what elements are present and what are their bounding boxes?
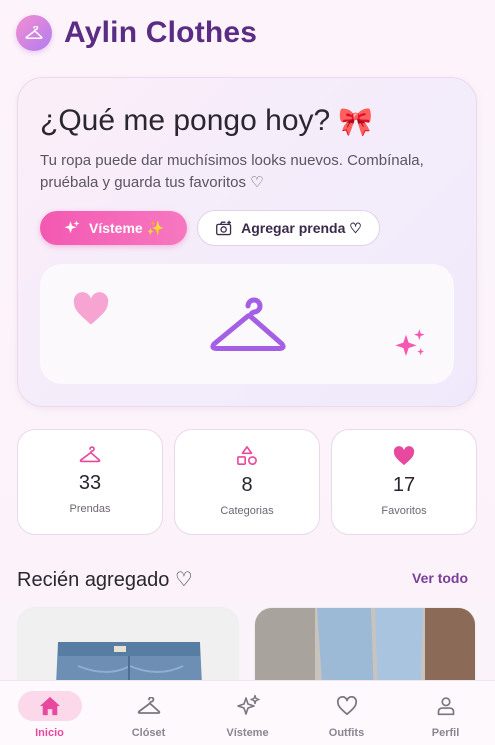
visteme-button-label: Vísteme ✨ bbox=[88, 219, 165, 236]
hanger-icon bbox=[137, 697, 160, 714]
stats-row: 33 Prendas 8 Categorias 17 Favoritos bbox=[17, 429, 477, 535]
nav-icon-wrap bbox=[17, 691, 82, 721]
nav-label: Inicio bbox=[35, 727, 64, 739]
hanger-icon bbox=[210, 297, 286, 351]
nav-label: Vísteme bbox=[226, 727, 269, 739]
stat-value: 8 bbox=[241, 474, 253, 496]
stat-card-categorias[interactable]: 8 Categorias bbox=[174, 429, 320, 535]
nav-item-inicio[interactable]: Inicio bbox=[5, 691, 95, 739]
bow-emoji: 🎀 bbox=[338, 105, 374, 137]
nav-icon-wrap bbox=[117, 691, 181, 721]
sparkles-icon bbox=[395, 329, 425, 356]
person-icon bbox=[437, 697, 454, 716]
visteme-button[interactable]: Vísteme ✨ bbox=[40, 211, 187, 245]
stat-card-prendas[interactable]: 33 Prendas bbox=[17, 429, 163, 535]
app-title: Aylin Clothes bbox=[64, 16, 258, 49]
heart-icon bbox=[393, 446, 415, 466]
nav-item-visteme[interactable]: Vísteme bbox=[203, 691, 293, 739]
stat-label: Prendas bbox=[69, 503, 111, 515]
nav-icon-wrap bbox=[315, 691, 379, 721]
recent-section-title: Recién agregado ♡ bbox=[17, 569, 193, 591]
shapes-icon bbox=[237, 446, 257, 465]
nav-item-perfil[interactable]: Perfil bbox=[401, 691, 491, 739]
heart-icon bbox=[73, 292, 109, 325]
hero-title-text: ¿Qué me pongo hoy? bbox=[40, 104, 331, 137]
hanger-icon bbox=[79, 446, 101, 463]
stat-label: Categorias bbox=[220, 505, 274, 517]
nav-icon-wrap bbox=[414, 691, 478, 721]
camera-plus-icon bbox=[216, 220, 232, 236]
stat-label: Favoritos bbox=[381, 505, 427, 517]
bottom-nav: Inicio Clóset Vísteme Outfits Perfil bbox=[0, 680, 495, 745]
hero-title: ¿Qué me pongo hoy? 🎀 bbox=[40, 104, 373, 138]
hero-illustration bbox=[40, 264, 454, 384]
stat-value: 33 bbox=[78, 472, 102, 494]
stat-card-favoritos[interactable]: 17 Favoritos bbox=[331, 429, 477, 535]
sparkles-icon bbox=[64, 220, 80, 234]
logo-badge bbox=[16, 15, 52, 51]
nav-label: Outfits bbox=[328, 727, 365, 739]
hero-subtitle: Tu ropa puede dar muchísimos looks nuevo… bbox=[40, 152, 424, 191]
app-header: Aylin Clothes bbox=[16, 14, 257, 52]
nav-label: Clóset bbox=[131, 727, 166, 739]
nav-item-outfits[interactable]: Outfits bbox=[302, 691, 392, 739]
hanger-icon bbox=[25, 26, 43, 39]
hero-card: ¿Qué me pongo hoy? 🎀 Tu ropa puede dar m… bbox=[17, 77, 477, 407]
nav-item-closet[interactable]: Clóset bbox=[104, 691, 194, 739]
add-garment-button-label: Agregar prenda ♡ bbox=[241, 219, 362, 236]
heart-outline-icon bbox=[336, 696, 357, 716]
stat-value: 17 bbox=[392, 474, 416, 496]
nav-icon-wrap bbox=[216, 691, 280, 721]
nav-label: Perfil bbox=[431, 727, 460, 739]
sparkles-icon bbox=[236, 694, 260, 715]
see-all-link[interactable]: Ver todo bbox=[412, 570, 468, 586]
home-icon bbox=[39, 696, 60, 716]
add-garment-button[interactable]: Agregar prenda ♡ bbox=[197, 210, 380, 246]
